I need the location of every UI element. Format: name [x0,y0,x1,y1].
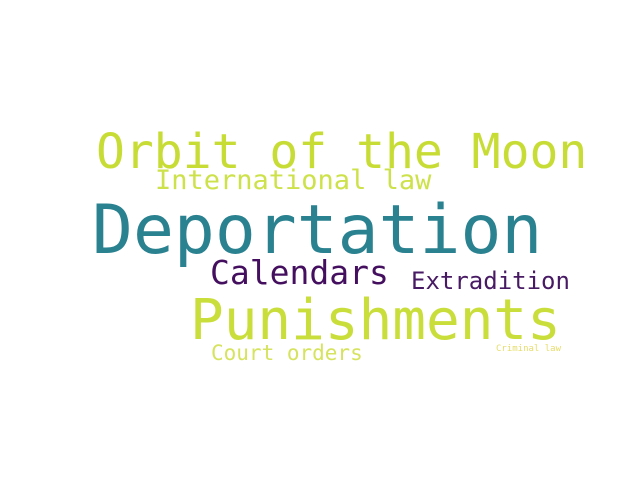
word-cloud: Orbit of the Moon International law Depo… [0,0,640,480]
word-court-orders: Court orders [211,341,363,365]
word-criminal-law: Criminal law [496,344,562,354]
word-calendars: Calendars [210,253,389,292]
word-international-law: International law [155,165,432,196]
